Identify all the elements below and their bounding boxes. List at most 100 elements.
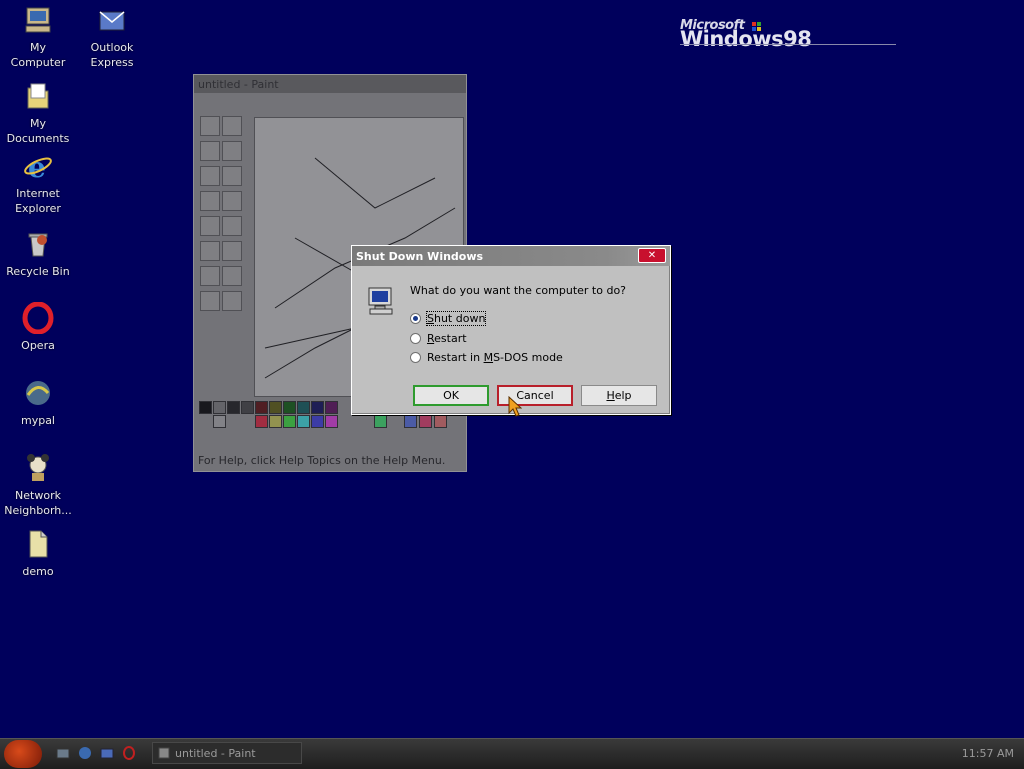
dialog-question: What do you want the computer to do?	[410, 284, 627, 297]
paint-title-bar[interactable]: untitled - Paint	[194, 75, 466, 93]
close-icon: ✕	[647, 250, 657, 261]
paint-app-icon	[158, 747, 170, 759]
line-tool-icon[interactable]	[200, 241, 220, 261]
logo-divider	[680, 44, 896, 45]
paint-title: untitled - Paint	[198, 77, 279, 91]
option-restart-ms-dos-label: Restart in MS-DOS mode	[427, 351, 563, 364]
airbrush-tool-icon[interactable]	[200, 216, 220, 236]
opera-icon	[22, 301, 54, 335]
mypal-icon	[22, 377, 54, 409]
my-computer-icon	[22, 4, 54, 36]
color-swatch[interactable]	[213, 415, 226, 428]
free-select-tool-icon[interactable]	[200, 116, 220, 136]
recycle-bin-icon	[22, 228, 54, 260]
mouse-cursor-icon	[508, 395, 523, 421]
option-restart[interactable]: Restart	[410, 332, 467, 345]
rectangle-tool-icon[interactable]	[200, 266, 220, 286]
desktop-icon-label: Recycle Bin	[6, 265, 70, 278]
desktop-icon-demo[interactable]: demo	[1, 528, 75, 579]
color-swatch[interactable]	[283, 401, 296, 414]
color-swatch[interactable]	[311, 415, 324, 428]
color-swatch[interactable]	[325, 401, 338, 414]
windows-flag-icon	[752, 22, 761, 31]
start-button[interactable]	[4, 740, 42, 768]
demo-file-icon	[22, 528, 54, 560]
color-swatch[interactable]	[255, 415, 268, 428]
color-swatch[interactable]	[311, 401, 324, 414]
internet-explorer-quicklaunch-icon[interactable]	[78, 746, 92, 760]
fill-tool-icon[interactable]	[222, 141, 242, 161]
desktop-icon-my-computer[interactable]: My Computer	[1, 4, 75, 70]
radio-restart[interactable]	[410, 333, 421, 344]
desktop-icon-label: Network Neighborh...	[4, 489, 72, 517]
dialog-title: Shut Down Windows	[356, 249, 484, 263]
option-restart-label: Restart	[427, 332, 467, 345]
desktop-icon-internet-explorer[interactable]: e Internet Explorer	[1, 150, 75, 216]
computer-icon	[366, 286, 396, 316]
color-swatch[interactable]	[297, 415, 310, 428]
color-swatch[interactable]	[199, 401, 212, 414]
color-swatch[interactable]	[283, 415, 296, 428]
desktop-icon-label: Internet Explorer	[15, 187, 61, 215]
color-swatch[interactable]	[404, 415, 417, 428]
dialog-title-bar[interactable]: Shut Down Windows ✕	[352, 246, 670, 266]
option-restart-ms-dos[interactable]: Restart in MS-DOS mode	[410, 351, 563, 364]
desktop-icon-label: My Documents	[6, 117, 70, 145]
shut-down-dialog[interactable]: Shut Down Windows ✕ What do you want the…	[351, 245, 671, 415]
desktop-icon-my-documents[interactable]: My Documents	[1, 80, 75, 146]
color-swatch[interactable]	[213, 401, 226, 414]
paint-status-bar: For Help, click Help Topics on the Help …	[198, 454, 446, 467]
option-shut-down[interactable]: Shut down	[410, 311, 487, 326]
internet-explorer-icon: e	[22, 150, 54, 184]
taskbar-item-label: untitled - Paint	[175, 746, 256, 760]
brush-tool-icon[interactable]	[222, 191, 242, 211]
help-button[interactable]: Help	[581, 385, 657, 406]
desktop-icon-outlook-express[interactable]: Outlook Express	[75, 4, 149, 70]
svg-text:e: e	[28, 151, 46, 182]
paint-toolbox	[199, 115, 245, 395]
ellipse-tool-icon[interactable]	[200, 291, 220, 311]
desktop-icon-recycle-bin[interactable]: Recycle Bin	[1, 228, 75, 279]
radio-restart-ms-dos[interactable]	[410, 352, 421, 363]
pick-color-tool-icon[interactable]	[200, 166, 220, 186]
color-swatch[interactable]	[297, 401, 310, 414]
desktop-icon-label: mypal	[20, 414, 55, 427]
color-swatch[interactable]	[241, 401, 254, 414]
text-tool-icon[interactable]	[222, 216, 242, 236]
ok-button[interactable]: OK	[413, 385, 489, 406]
desktop-icon-label: Opera	[21, 339, 55, 352]
color-swatch[interactable]	[269, 401, 282, 414]
option-shut-down-label: Shut down	[425, 311, 487, 326]
color-swatch[interactable]	[269, 415, 282, 428]
outlook-quicklaunch-icon[interactable]	[100, 746, 114, 760]
curve-tool-icon[interactable]	[222, 241, 242, 261]
color-swatch[interactable]	[227, 401, 240, 414]
windows-98-logo: Microsoft Windows98	[680, 18, 896, 51]
select-tool-icon[interactable]	[222, 116, 242, 136]
outlook-express-icon	[96, 4, 128, 36]
desktop-icon-label: My Computer	[10, 41, 66, 69]
opera-quicklaunch-icon[interactable]	[122, 746, 136, 760]
rounded-rect-tool-icon[interactable]	[222, 291, 242, 311]
logo-product: Windows98	[680, 27, 812, 51]
desktop-icon-label: demo	[22, 565, 54, 578]
color-swatch[interactable]	[374, 415, 387, 428]
color-swatch[interactable]	[255, 401, 268, 414]
my-documents-icon	[22, 80, 54, 112]
desktop-icon-network-neighborhood[interactable]: Network Neighborh...	[1, 452, 75, 518]
taskbar: untitled - Paint 11:57 AM	[0, 738, 1024, 769]
magnifier-tool-icon[interactable]	[222, 166, 242, 186]
pencil-tool-icon[interactable]	[200, 191, 220, 211]
desktop-icon-opera[interactable]: Opera	[1, 301, 75, 353]
network-neighborhood-icon	[22, 452, 54, 484]
close-button[interactable]: ✕	[638, 248, 666, 263]
show-desktop-icon[interactable]	[56, 746, 70, 760]
radio-shut-down[interactable]	[410, 313, 421, 324]
eraser-tool-icon[interactable]	[200, 141, 220, 161]
color-swatch[interactable]	[325, 415, 338, 428]
color-swatch[interactable]	[434, 415, 447, 428]
color-swatch[interactable]	[419, 415, 432, 428]
taskbar-item-paint[interactable]: untitled - Paint	[152, 742, 302, 764]
polygon-tool-icon[interactable]	[222, 266, 242, 286]
desktop-icon-mypal[interactable]: mypal	[1, 377, 75, 428]
